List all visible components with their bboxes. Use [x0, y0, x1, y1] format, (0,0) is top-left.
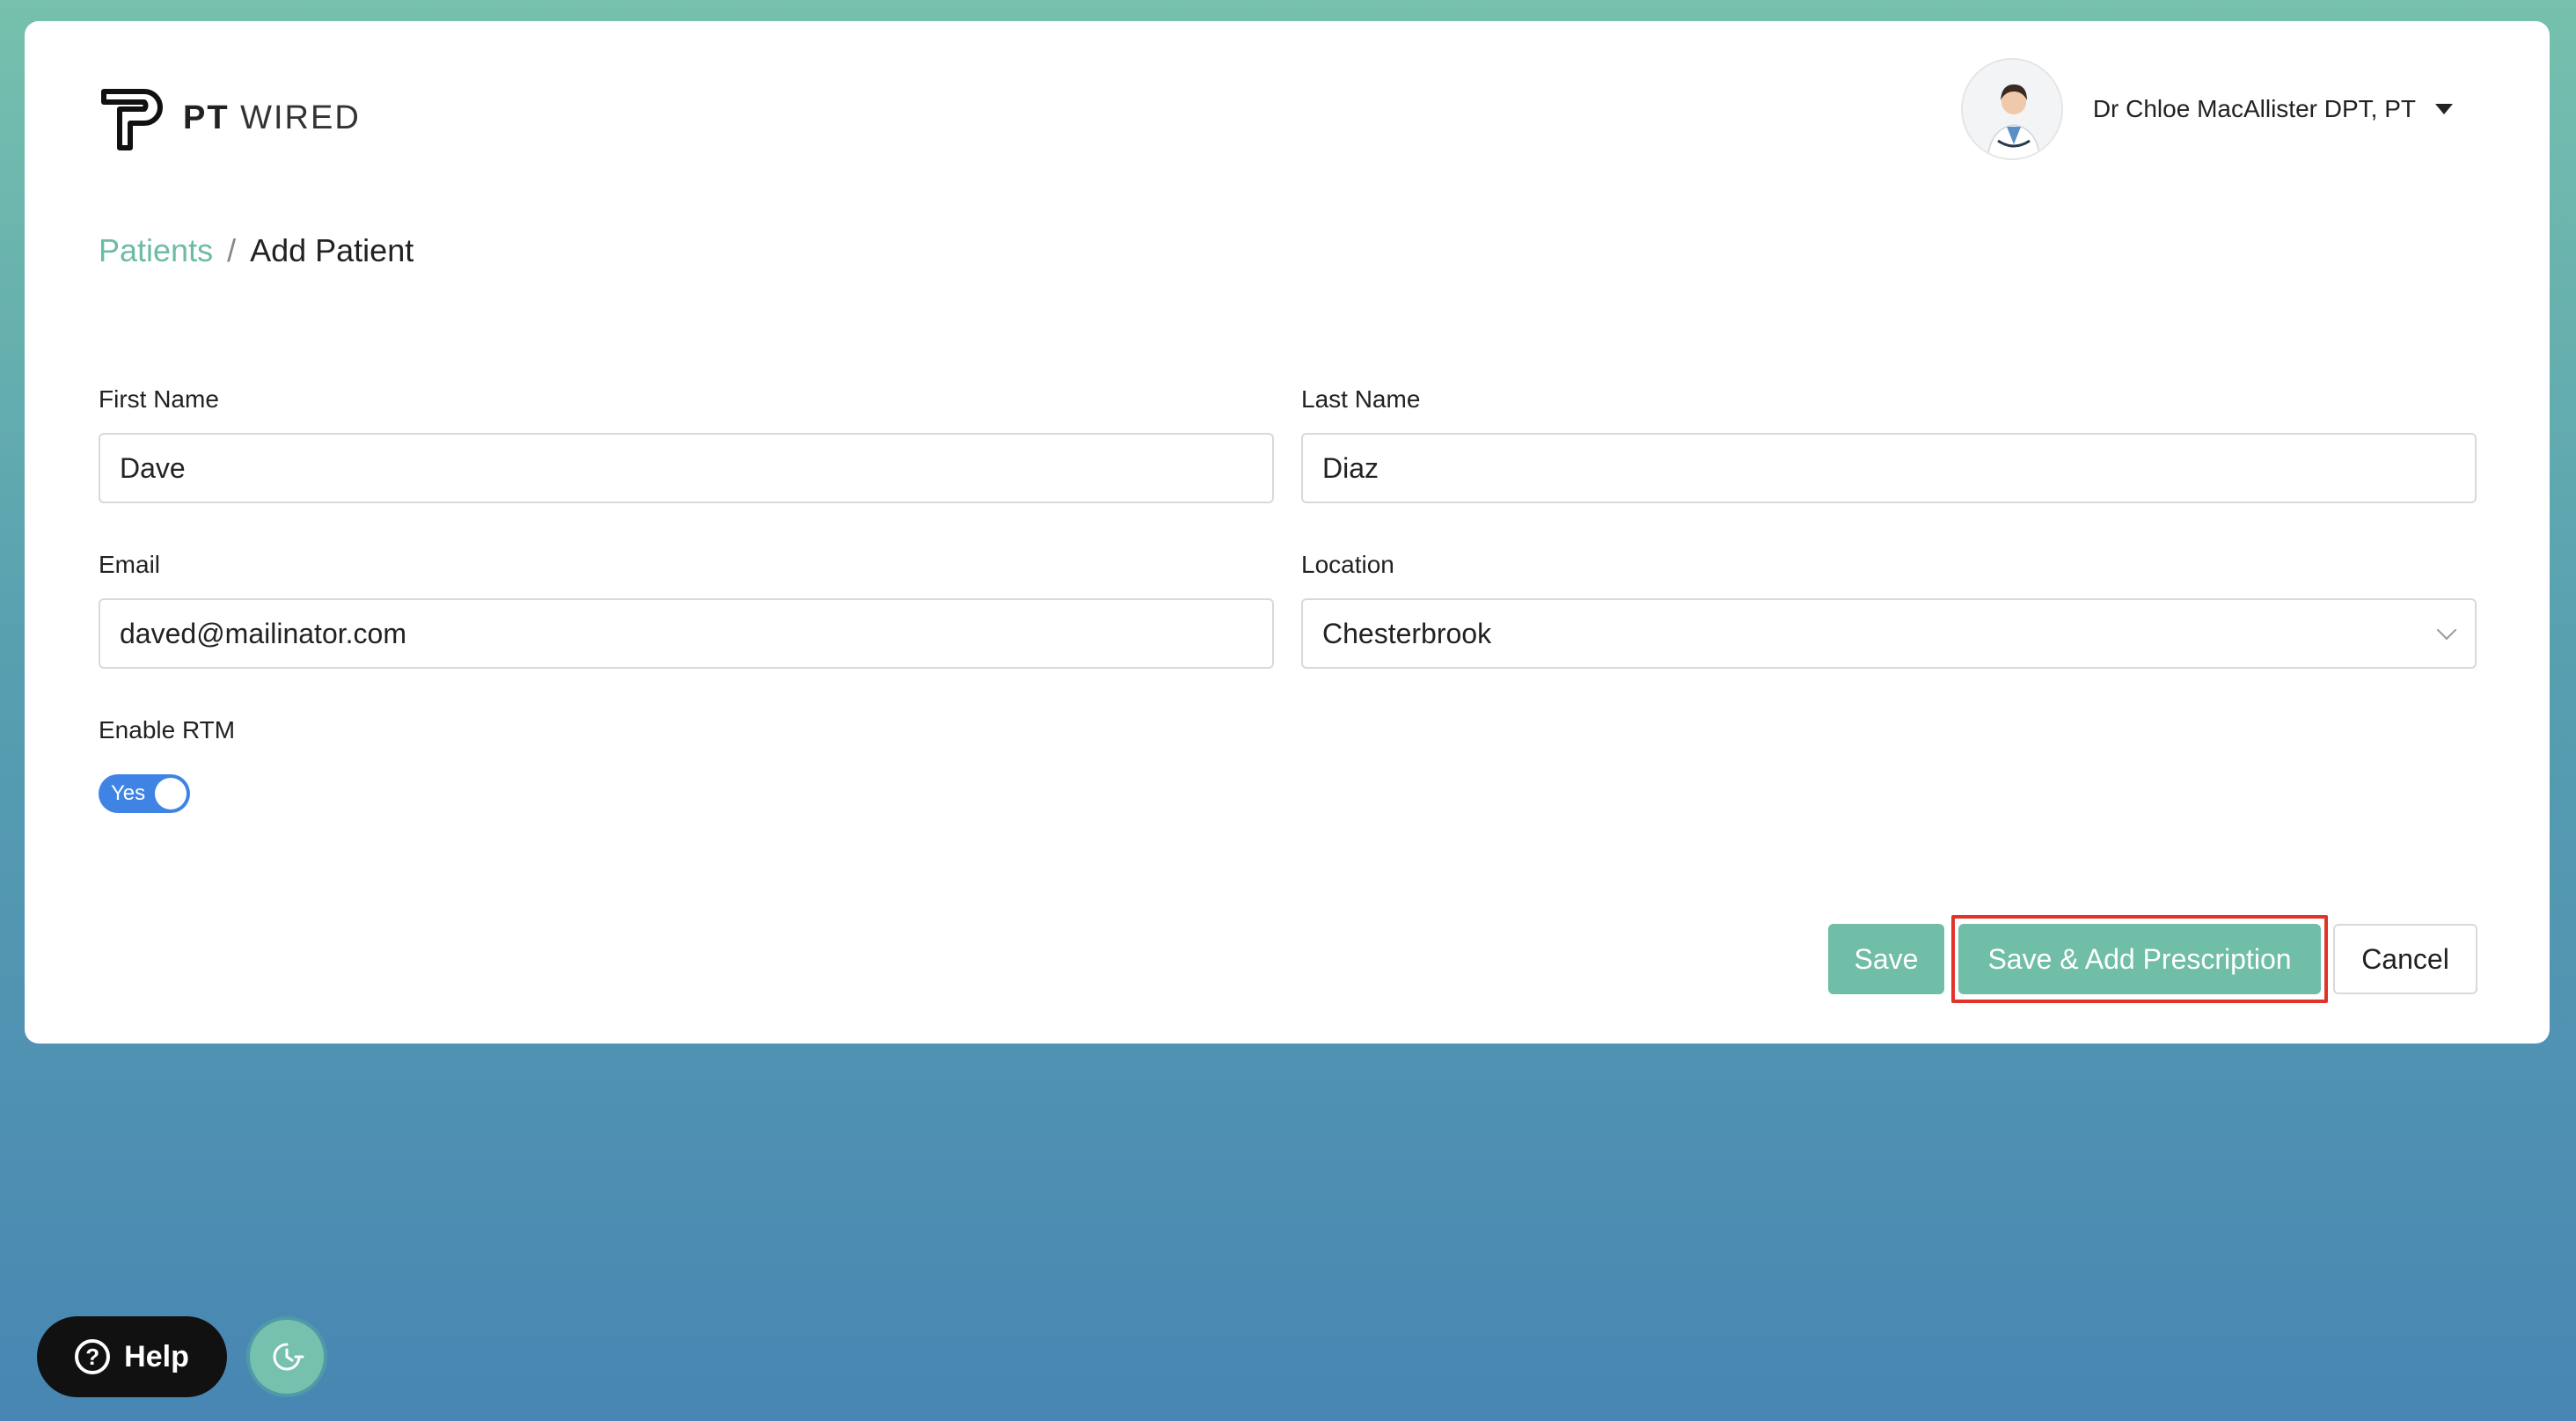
- help-button[interactable]: ? Help: [37, 1316, 227, 1397]
- first-name-input[interactable]: Dave: [99, 433, 1274, 503]
- question-icon: ?: [75, 1339, 111, 1374]
- breadcrumb-separator: /: [227, 232, 237, 268]
- cancel-button[interactable]: Cancel: [2333, 924, 2477, 994]
- pt-wired-logo[interactable]: PT WIRED: [99, 74, 361, 162]
- pt-logo-icon: [101, 89, 163, 150]
- clock-history-icon: [273, 1343, 304, 1371]
- location-selected-value: Chesterbrook: [1322, 617, 1492, 649]
- help-label: Help: [124, 1339, 189, 1373]
- logo-wordmark: PT WIRED: [183, 99, 361, 137]
- toggle-state-text: Yes: [111, 781, 146, 805]
- user-menu[interactable]: Dr Chloe MacAllister DPT, PT: [1960, 58, 2453, 160]
- location-label: Location: [1301, 551, 1394, 578]
- save-add-prescription-button[interactable]: Save & Add Prescription: [1958, 924, 2321, 994]
- last-name-input[interactable]: Diaz: [1301, 433, 2477, 503]
- doctor-avatar-image: [1962, 60, 2061, 158]
- breadcrumb: Patients / Add Patient: [99, 232, 413, 269]
- history-button[interactable]: [246, 1316, 327, 1397]
- first-name-label: First Name: [99, 385, 219, 413]
- user-name[interactable]: Dr Chloe MacAllister DPT, PT: [2093, 95, 2416, 123]
- logo-brand-light: WIRED: [240, 99, 361, 136]
- caret-down-icon[interactable]: [2435, 104, 2453, 114]
- email-label: Email: [99, 551, 161, 578]
- toggle-knob: [155, 778, 187, 809]
- breadcrumb-current: Add Patient: [250, 232, 414, 268]
- add-patient-card: PT WIRED Dr Chloe MacAllister DPT, PT Pa…: [25, 21, 2550, 1044]
- enable-rtm-label: Enable RTM: [99, 716, 236, 743]
- location-select[interactable]: Chesterbrook: [1301, 598, 2477, 669]
- logo-brand-bold: PT: [183, 99, 230, 136]
- last-name-label: Last Name: [1301, 385, 1421, 413]
- save-button[interactable]: Save: [1828, 924, 1944, 994]
- avatar[interactable]: [1960, 58, 2063, 160]
- enable-rtm-toggle[interactable]: Yes: [99, 774, 190, 813]
- breadcrumb-patients-link[interactable]: Patients: [99, 232, 213, 269]
- email-input[interactable]: daved@mailinator.com: [99, 598, 1274, 669]
- chevron-down-icon: [2436, 619, 2457, 641]
